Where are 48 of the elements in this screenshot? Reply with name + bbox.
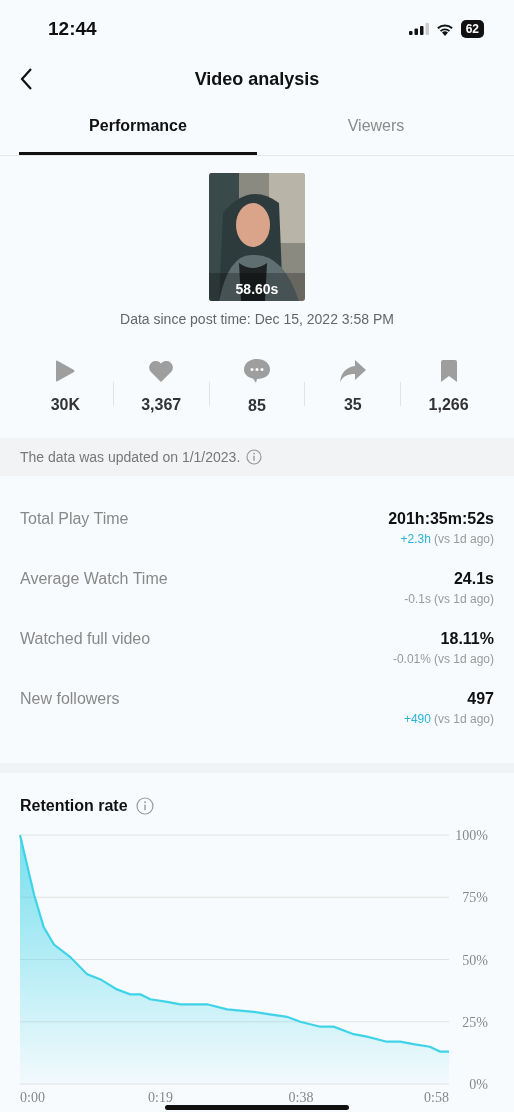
stat-value: 30K [50,396,81,414]
info-icon[interactable] [246,449,263,465]
x-tick-label: 0:38 [288,1090,314,1105]
metric-label: Total Play Time [20,510,129,528]
metric-change: +2.3h [400,532,431,546]
share-arrow-icon [339,360,366,382]
comparison-text: (vs 1d ago) [433,712,494,726]
metric-value: 497 [467,690,494,708]
x-tick-label: 0:00 [20,1090,45,1105]
metric-label: New followers [20,690,120,708]
post-time: Data since post time: Dec 15, 2022 3:58 PM [120,311,394,327]
comment-icon [244,359,270,383]
metric-label: Average Watch Time [20,570,168,588]
tab[interactable]: Performance [19,100,257,155]
video-duration: 58.60s [234,281,280,297]
bookmark-icon [439,360,458,382]
section-title: Retention rate [20,797,128,815]
signal-icon [408,23,429,35]
metric-label: Watched full video [20,630,151,648]
update-notice: The data was updated on 1/1/2023. [20,449,241,465]
status-time: 12:44 [48,18,97,40]
x-tick-label: 0:19 [148,1090,173,1105]
comparison-text: (vs 1d ago) [433,532,494,546]
x-tick-label: 0:58 [424,1090,449,1105]
y-tick-label: 75% [462,890,488,906]
stat-value: 35 [343,396,362,414]
y-tick-label: 100% [455,828,488,843]
metric-change: -0.01% [392,652,431,666]
battery-level: 62 [460,20,484,38]
metric-value: 24.1s [453,570,494,588]
stat-value: 3,367 [141,396,182,414]
stat-value: 85 [248,397,266,415]
metric-change: +490 [403,712,431,726]
wifi-icon [435,22,454,36]
y-tick-label: 50% [462,952,488,968]
heart-icon [148,360,175,382]
y-tick-label: 0% [469,1077,488,1092]
play-icon [55,360,76,382]
metric-value: 201h:35m:52s [388,510,494,528]
metric-value: 18.11% [440,630,494,648]
stat-value: 1,266 [428,396,469,414]
comparison-text: (vs 1d ago) [433,592,494,606]
comparison-text: (vs 1d ago) [433,652,494,666]
back-icon[interactable] [20,68,33,90]
y-tick-label: 25% [462,1014,488,1030]
metric-change: -0.1s [404,592,431,606]
page-title: Video analysis [194,68,320,90]
info-icon[interactable] [135,797,154,815]
